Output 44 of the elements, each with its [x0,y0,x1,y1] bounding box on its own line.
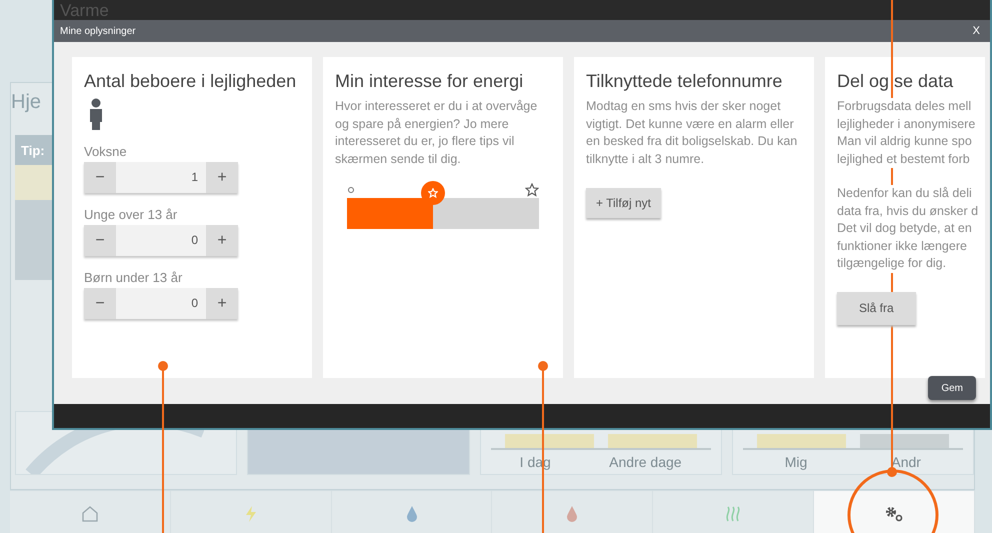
counter-label: Unge over 13 år [84,207,178,222]
lightning-icon [244,504,257,522]
drop-icon [566,504,578,522]
counter-value: 1 [190,169,199,186]
increment-button[interactable]: + [206,288,238,319]
increment-button[interactable]: + [206,162,238,193]
nav-tab[interactable] [10,491,171,533]
slider-track[interactable] [347,198,539,229]
decrement-button[interactable]: − [84,288,116,319]
chart-label: Mig [784,454,808,470]
nav-tab[interactable] [814,491,975,533]
counter-label: Børn under 13 år [84,270,184,285]
chart-label: Andr [891,454,921,470]
card-description: Modtag en sms hvis der sker noget vigtigt. Det kunne være en alarm eller en besked fra dit boligselskab. Du kan tilknytte i alt 3 numre. [586,98,798,168]
counter-value: 0 [190,295,199,312]
star-icon [525,183,539,197]
counter-value: 0 [190,232,199,249]
slider-thumb[interactable] [421,181,446,205]
heat-waves-icon [725,504,742,522]
number-stepper[interactable]: − 0 + [84,288,238,319]
number-stepper[interactable]: − 1 + [84,162,238,193]
turn-off-button[interactable]: Slå fra [837,292,916,324]
card-description: Hvor interesseret er du i at overvåge og spare på energien? Jo mere interesseret du er, jo flere tips vil skærmen sende til dig. [335,98,538,168]
drop-icon [406,504,418,522]
increment-button[interactable]: + [206,225,238,256]
add-number-button[interactable]: + Tilføj nyt [586,188,662,218]
nav-tab[interactable] [492,491,654,533]
dialog-title: Mine oplysninger [60,26,136,36]
card-title: Antal beboere i lejligheden [84,71,298,92]
card-title: Tilknyttede telefonnumre [586,71,784,92]
circle-icon [347,186,355,194]
card-title: Min interesse for energi [335,71,524,92]
close-button[interactable]: X [968,25,984,37]
card-title: Del og se data [837,71,954,92]
chart-label: Andre dage [609,454,682,470]
counter-label: Voksne [84,144,128,159]
save-button[interactable]: Gem [928,376,976,400]
person-icon [88,98,104,130]
number-stepper[interactable]: − 0 + [84,225,238,256]
home-icon [80,504,99,522]
tip-label: Tip: [21,142,45,158]
page-title: Hje [11,90,42,115]
decrement-button[interactable]: − [84,162,116,193]
decrement-button[interactable]: − [84,225,116,256]
